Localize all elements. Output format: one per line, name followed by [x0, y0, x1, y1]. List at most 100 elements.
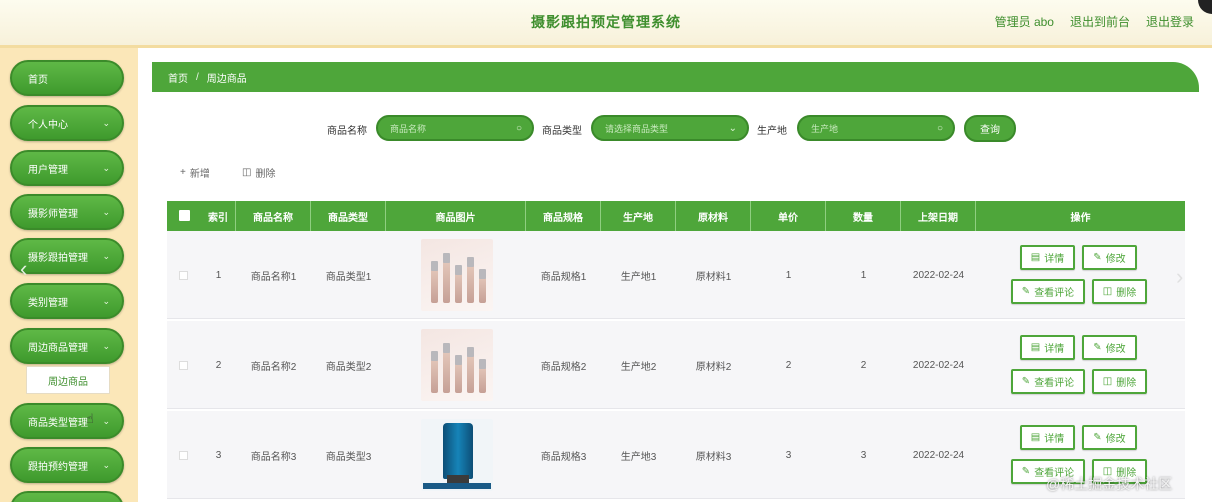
cell-material: 原材料1: [695, 271, 732, 283]
delete-button-label: 删除: [255, 169, 276, 180]
search-button[interactable]: 查询: [964, 115, 1016, 142]
sidebar-item-label: 摄影跟拍管理: [28, 252, 88, 264]
view-comments-button[interactable]: ✎ 查看评论: [1011, 369, 1085, 394]
table-row: 3 商品名称3 商品类型3 商品规格3 生产地3 原材料3 3 3 2022-0…: [167, 411, 1185, 499]
detail-button[interactable]: ▤ 详情: [1020, 245, 1075, 270]
header-links: 管理员 abo 退出到前台 退出登录: [995, 13, 1194, 30]
column-header-actions: 操作: [1070, 212, 1091, 224]
row-checkbox[interactable]: [179, 451, 188, 460]
cell-origin: 生产地1: [620, 271, 657, 283]
cell-quantity: 3: [860, 449, 867, 461]
product-name-input[interactable]: 商品名称 ○: [376, 115, 534, 141]
sidebar-item-label: 首页: [28, 74, 48, 86]
chevron-down-icon: ⌄: [728, 123, 737, 134]
back-to-frontend-link[interactable]: 退出到前台: [1070, 13, 1130, 30]
sidebar-item-merchandise-management[interactable]: 周边商品管理 ⌄: [10, 328, 124, 364]
add-button-label: 新增: [189, 169, 210, 180]
sidebar-item-category-management[interactable]: 类别管理 ⌄: [10, 283, 124, 319]
sidebar-item-home[interactable]: 首页: [10, 60, 124, 96]
cell-name: 商品名称3: [250, 451, 297, 463]
chevron-right-icon[interactable]: ›: [1176, 264, 1183, 290]
detail-button[interactable]: ▤ 详情: [1020, 425, 1075, 450]
cell-quantity: 2: [860, 359, 867, 371]
product-name-label: 商品名称: [327, 126, 367, 137]
view-comments-button-label: 查看评论: [1034, 378, 1075, 389]
origin-input[interactable]: 生产地 ○: [797, 115, 955, 141]
cell-type: 商品类型1: [325, 271, 372, 283]
detail-button-label: 详情: [1044, 344, 1065, 355]
cell-index: 1: [215, 269, 222, 281]
cell-spec: 商品规格1: [540, 271, 587, 283]
cell-name: 商品名称1: [250, 271, 297, 283]
sidebar-subitem-merchandise[interactable]: 周边商品: [26, 366, 110, 394]
detail-button-label: 详情: [1044, 254, 1065, 265]
cell-index: 3: [215, 449, 222, 461]
sidebar-item-user-management[interactable]: 用户管理 ⌄: [10, 150, 124, 186]
cell-material: 原材料3: [695, 451, 732, 463]
cell-quantity: 1: [860, 269, 867, 281]
breadcrumb: 首页 / 周边商品: [152, 62, 1199, 92]
sidebar-item-more[interactable]: [10, 491, 124, 502]
column-header-origin: 生产地: [601, 201, 676, 231]
chevron-down-icon: ⌄: [102, 460, 110, 470]
edit-button[interactable]: ✎ 修改: [1082, 425, 1137, 450]
logout-link[interactable]: 退出登录: [1146, 13, 1194, 30]
product-image-tube: [421, 419, 493, 491]
edit-button[interactable]: ✎ 修改: [1082, 245, 1137, 270]
document-icon: ▤: [1030, 342, 1041, 353]
trash-icon: ◫: [1102, 286, 1113, 297]
product-name-placeholder: 商品名称: [390, 123, 427, 134]
product-type-select[interactable]: 请选择商品类型 ⌄: [591, 115, 749, 141]
sidebar-item-label: 用户管理: [28, 164, 68, 176]
trash-icon: ◫: [242, 167, 252, 178]
admin-user-link[interactable]: 管理员 abo: [995, 13, 1054, 30]
sidebar-item-label: 摄影师管理: [28, 208, 78, 220]
sidebar-item-product-type-management[interactable]: 商品类型管理 ⌄: [10, 403, 124, 439]
sidebar-item-personal-center[interactable]: 个人中心 ⌄: [10, 105, 124, 141]
cell-material: 原材料2: [695, 361, 732, 373]
table-row: 2 商品名称2 商品类型2 商品规格2 生产地2 原材料2 2 2 2022-0…: [167, 321, 1185, 409]
document-icon: ▤: [1030, 252, 1041, 263]
cell-origin: 生产地3: [620, 451, 657, 463]
chevron-down-icon: ⌄: [102, 341, 110, 351]
mouse-cursor-icon: ☝: [86, 411, 94, 426]
delete-button[interactable]: ◫ 删除: [1092, 279, 1147, 304]
add-button[interactable]: + 新增: [180, 165, 210, 180]
column-header-date: 上架日期: [901, 201, 976, 231]
sidebar-item-appointment-management[interactable]: 跟拍预约管理 ⌄: [10, 447, 124, 483]
batch-delete-button[interactable]: ◫ 删除: [242, 165, 275, 180]
edit-button-label: 修改: [1105, 254, 1126, 265]
cell-spec: 商品规格2: [540, 361, 587, 373]
breadcrumb-home[interactable]: 首页: [168, 70, 188, 85]
column-header-name: 商品名称: [236, 201, 311, 231]
cell-date: 2022-02-24: [912, 269, 965, 281]
row-checkbox[interactable]: [179, 271, 188, 280]
cell-price: 2: [785, 359, 792, 371]
select-all-checkbox[interactable]: [179, 210, 190, 221]
chevron-left-icon[interactable]: ‹: [20, 256, 27, 282]
delete-button-label: 删除: [1116, 378, 1137, 389]
cell-origin: 生产地2: [620, 361, 657, 373]
delete-button[interactable]: ◫ 删除: [1092, 369, 1147, 394]
edit-icon: ✎: [1021, 466, 1031, 477]
table-row: 1 商品名称1 商品类型1 商品规格1 生产地1 原材料1 1 1 2022-0…: [167, 231, 1185, 319]
column-header-spec: 商品规格: [526, 201, 601, 231]
column-header-price: 单价: [751, 201, 826, 231]
product-image-cosmetics: [421, 239, 493, 311]
product-type-placeholder: 请选择商品类型: [605, 123, 669, 134]
cell-name: 商品名称2: [250, 361, 297, 373]
edit-button[interactable]: ✎ 修改: [1082, 335, 1137, 360]
column-header-material: 原材料: [676, 201, 751, 231]
delete-button-label: 删除: [1116, 288, 1137, 299]
detail-button[interactable]: ▤ 详情: [1020, 335, 1075, 360]
cell-index: 2: [215, 359, 222, 371]
product-type-label: 商品类型: [542, 126, 582, 137]
edit-icon: ✎: [1093, 432, 1102, 443]
sidebar-item-label: 商品类型管理: [28, 417, 88, 429]
row-checkbox[interactable]: [179, 361, 188, 370]
view-comments-button[interactable]: ✎ 查看评论: [1011, 279, 1085, 304]
sidebar-item-label: 个人中心: [28, 119, 68, 131]
cell-price: 1: [785, 269, 792, 281]
breadcrumb-current: 周边商品: [206, 73, 247, 85]
sidebar-item-photographer-management[interactable]: 摄影师管理 ⌄: [10, 194, 124, 230]
